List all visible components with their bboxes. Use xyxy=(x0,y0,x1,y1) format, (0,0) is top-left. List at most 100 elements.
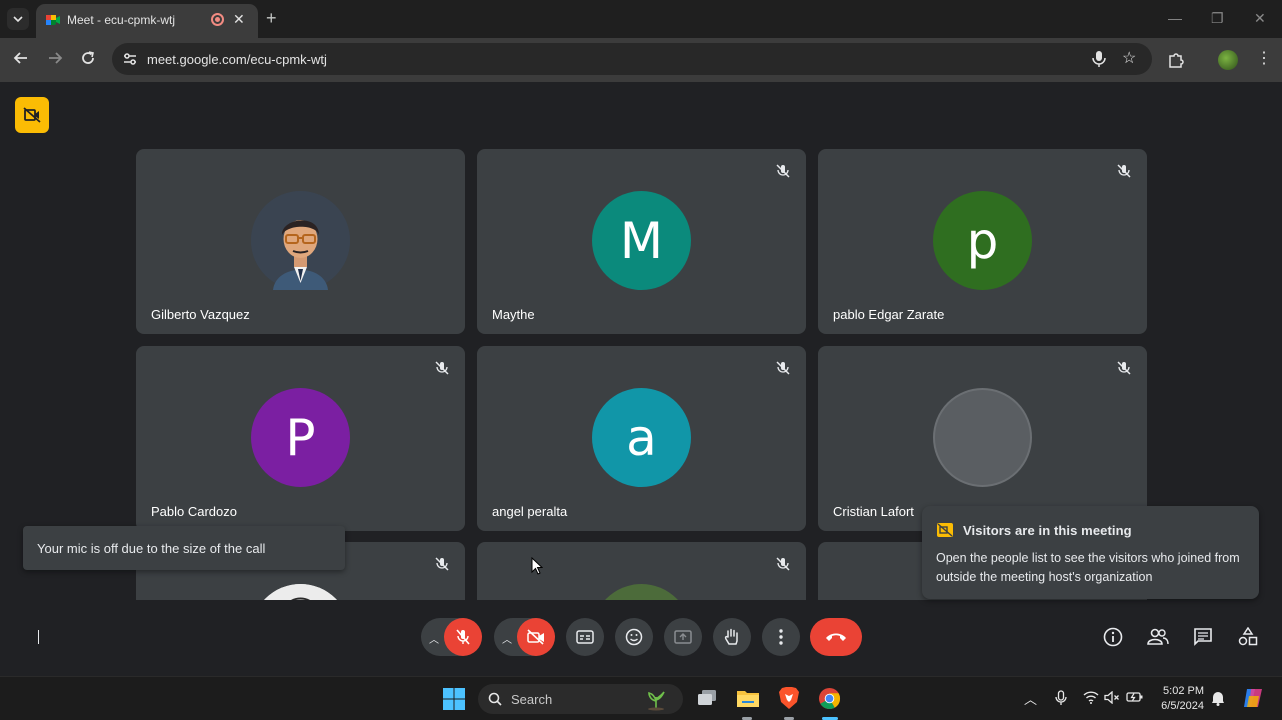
leave-call-button[interactable] xyxy=(810,618,862,656)
show-hidden-icons-chevron-icon[interactable]: ︿ xyxy=(1024,689,1037,708)
visitors-notice-card[interactable]: Visitors are in this meeting Open the pe… xyxy=(922,506,1259,599)
tab-title: Meet - ecu-cpmk-wtj xyxy=(67,13,176,27)
activities-icon[interactable] xyxy=(1238,627,1258,647)
minimize-button[interactable]: — xyxy=(1168,10,1182,26)
mic-muted-icon xyxy=(776,557,790,571)
camera-toggle-button[interactable] xyxy=(517,618,555,656)
avatar-initial: P xyxy=(285,408,316,467)
participant-name: Cristian Lafort xyxy=(833,504,914,519)
participant-avatar: p xyxy=(933,191,1032,290)
video-options-chevron-icon[interactable]: ︿ xyxy=(502,631,512,646)
raise-hand-button[interactable] xyxy=(713,618,751,656)
mic-muted-icon xyxy=(1117,164,1131,178)
tray-microphone-icon[interactable] xyxy=(1055,690,1067,706)
clock-date: 6/5/2024 xyxy=(1161,700,1204,712)
more-options-button[interactable] xyxy=(762,618,800,656)
more-vert-icon xyxy=(779,629,783,645)
avatar-initial: p xyxy=(966,211,999,270)
participant-tile[interactable]: Gilberto Vazquez xyxy=(136,149,465,334)
participant-avatar: a xyxy=(592,388,691,487)
mic-muted-icon xyxy=(435,361,449,375)
chat-icon[interactable] xyxy=(1193,627,1213,647)
browser-tab-strip: Meet - ecu-cpmk-wtj ✕ + — ❐ ✕ xyxy=(0,0,1282,38)
participant-tile[interactable]: P Pablo Cardozo xyxy=(136,346,465,531)
restore-button[interactable]: ❐ xyxy=(1211,10,1224,27)
visitors-badge-icon xyxy=(937,523,953,537)
site-settings-icon[interactable] xyxy=(122,51,138,67)
mic-off-icon xyxy=(456,629,470,645)
participant-name: Pablo Cardozo xyxy=(151,504,237,519)
mouse-pointer-icon xyxy=(531,557,543,575)
clock-time: 5:02 PM xyxy=(1163,685,1204,697)
address-bar[interactable]: meet.google.com/ecu-cpmk-wtj ☆ xyxy=(112,43,1152,75)
present-icon xyxy=(674,630,692,644)
participant-tile[interactable] xyxy=(477,542,806,600)
tab-search-dropdown-icon[interactable] xyxy=(7,8,29,30)
participant-tile[interactable]: Cristian Lafort xyxy=(818,346,1147,531)
reactions-button[interactable] xyxy=(615,618,653,656)
participant-avatar: P xyxy=(251,388,350,487)
mic-muted-icon xyxy=(435,557,449,571)
present-screen-button[interactable] xyxy=(664,618,702,656)
mic-muted-icon xyxy=(776,361,790,375)
google-meet-favicon-icon xyxy=(46,15,60,25)
recording-indicator-icon xyxy=(211,13,224,26)
wifi-icon[interactable] xyxy=(1083,691,1099,704)
bookmark-star-icon[interactable]: ☆ xyxy=(1122,48,1136,68)
url-text: meet.google.com/ecu-cpmk-wtj xyxy=(147,52,327,67)
forward-arrow-icon[interactable] xyxy=(47,50,63,71)
camera-off-icon xyxy=(527,629,544,645)
windows-taskbar: Search ︿ 5:02 PM 6/5/2024 xyxy=(0,676,1282,720)
audio-options-chevron-icon[interactable]: ︿ xyxy=(429,631,439,646)
window-close-button[interactable]: ✕ xyxy=(1254,10,1266,27)
person-photo-icon xyxy=(264,584,337,600)
microphone-in-use-icon[interactable] xyxy=(1092,50,1106,68)
back-arrow-icon[interactable] xyxy=(13,50,29,71)
windows-start-icon[interactable] xyxy=(443,688,465,710)
meeting-info-icon[interactable] xyxy=(1103,627,1123,647)
browser-tab[interactable]: Meet - ecu-cpmk-wtj ✕ xyxy=(36,4,258,38)
new-tab-button[interactable]: + xyxy=(266,8,277,29)
participant-avatar: M xyxy=(592,191,691,290)
system-clock[interactable]: 5:02 PM 6/5/2024 xyxy=(1158,684,1204,714)
brave-browser-icon[interactable] xyxy=(778,686,800,710)
search-highlight-plant-icon xyxy=(648,691,665,711)
hand-icon xyxy=(724,628,738,645)
participant-name: angel peralta xyxy=(492,504,568,519)
browser-menu-icon[interactable]: ⋮ xyxy=(1256,48,1272,68)
copilot-icon[interactable] xyxy=(1241,686,1265,710)
captions-icon xyxy=(576,630,594,644)
taskbar-search-label: Search xyxy=(511,692,553,707)
snackbar-text: Your mic is off due to the size of the c… xyxy=(37,541,266,556)
people-icon[interactable] xyxy=(1147,627,1169,647)
participant-tile[interactable]: M Maythe xyxy=(477,149,806,334)
extensions-puzzle-icon[interactable] xyxy=(1167,51,1185,69)
visitors-notice-body: Open the people list to see the visitors… xyxy=(936,551,1240,584)
person-photo-icon xyxy=(251,191,350,290)
battery-charging-icon[interactable] xyxy=(1126,690,1144,704)
task-view-icon[interactable] xyxy=(697,689,717,707)
participant-name: Gilberto Vazquez xyxy=(151,307,250,322)
file-explorer-icon[interactable] xyxy=(736,687,760,709)
meeting-stage: Gilberto Vazquez M Maythe p pablo Edgar … xyxy=(0,82,1282,676)
participant-avatar xyxy=(251,191,350,290)
volume-muted-icon[interactable] xyxy=(1104,691,1120,704)
participant-tile[interactable]: a angel peralta xyxy=(477,346,806,531)
profile-avatar[interactable] xyxy=(1218,50,1238,70)
participant-avatar xyxy=(251,584,350,600)
mic-muted-icon xyxy=(1117,361,1131,375)
emoji-icon xyxy=(625,628,643,646)
tab-close-icon[interactable]: ✕ xyxy=(233,11,245,28)
mic-muted-icon xyxy=(776,164,790,178)
taskbar-search-box[interactable]: Search xyxy=(478,684,683,714)
participant-tile[interactable]: p pablo Edgar Zarate xyxy=(818,149,1147,334)
notifications-bell-icon[interactable] xyxy=(1211,690,1225,706)
mic-off-snackbar: Your mic is off due to the size of the c… xyxy=(23,526,345,570)
microphone-toggle-button[interactable] xyxy=(444,618,482,656)
chrome-browser-icon[interactable] xyxy=(818,687,841,710)
reload-icon[interactable] xyxy=(80,50,96,71)
camera-off-warning-icon[interactable] xyxy=(15,97,49,133)
captions-button[interactable] xyxy=(566,618,604,656)
browser-toolbar: meet.google.com/ecu-cpmk-wtj ☆ ⋮ xyxy=(0,38,1282,82)
avatar-initial: a xyxy=(626,408,657,467)
